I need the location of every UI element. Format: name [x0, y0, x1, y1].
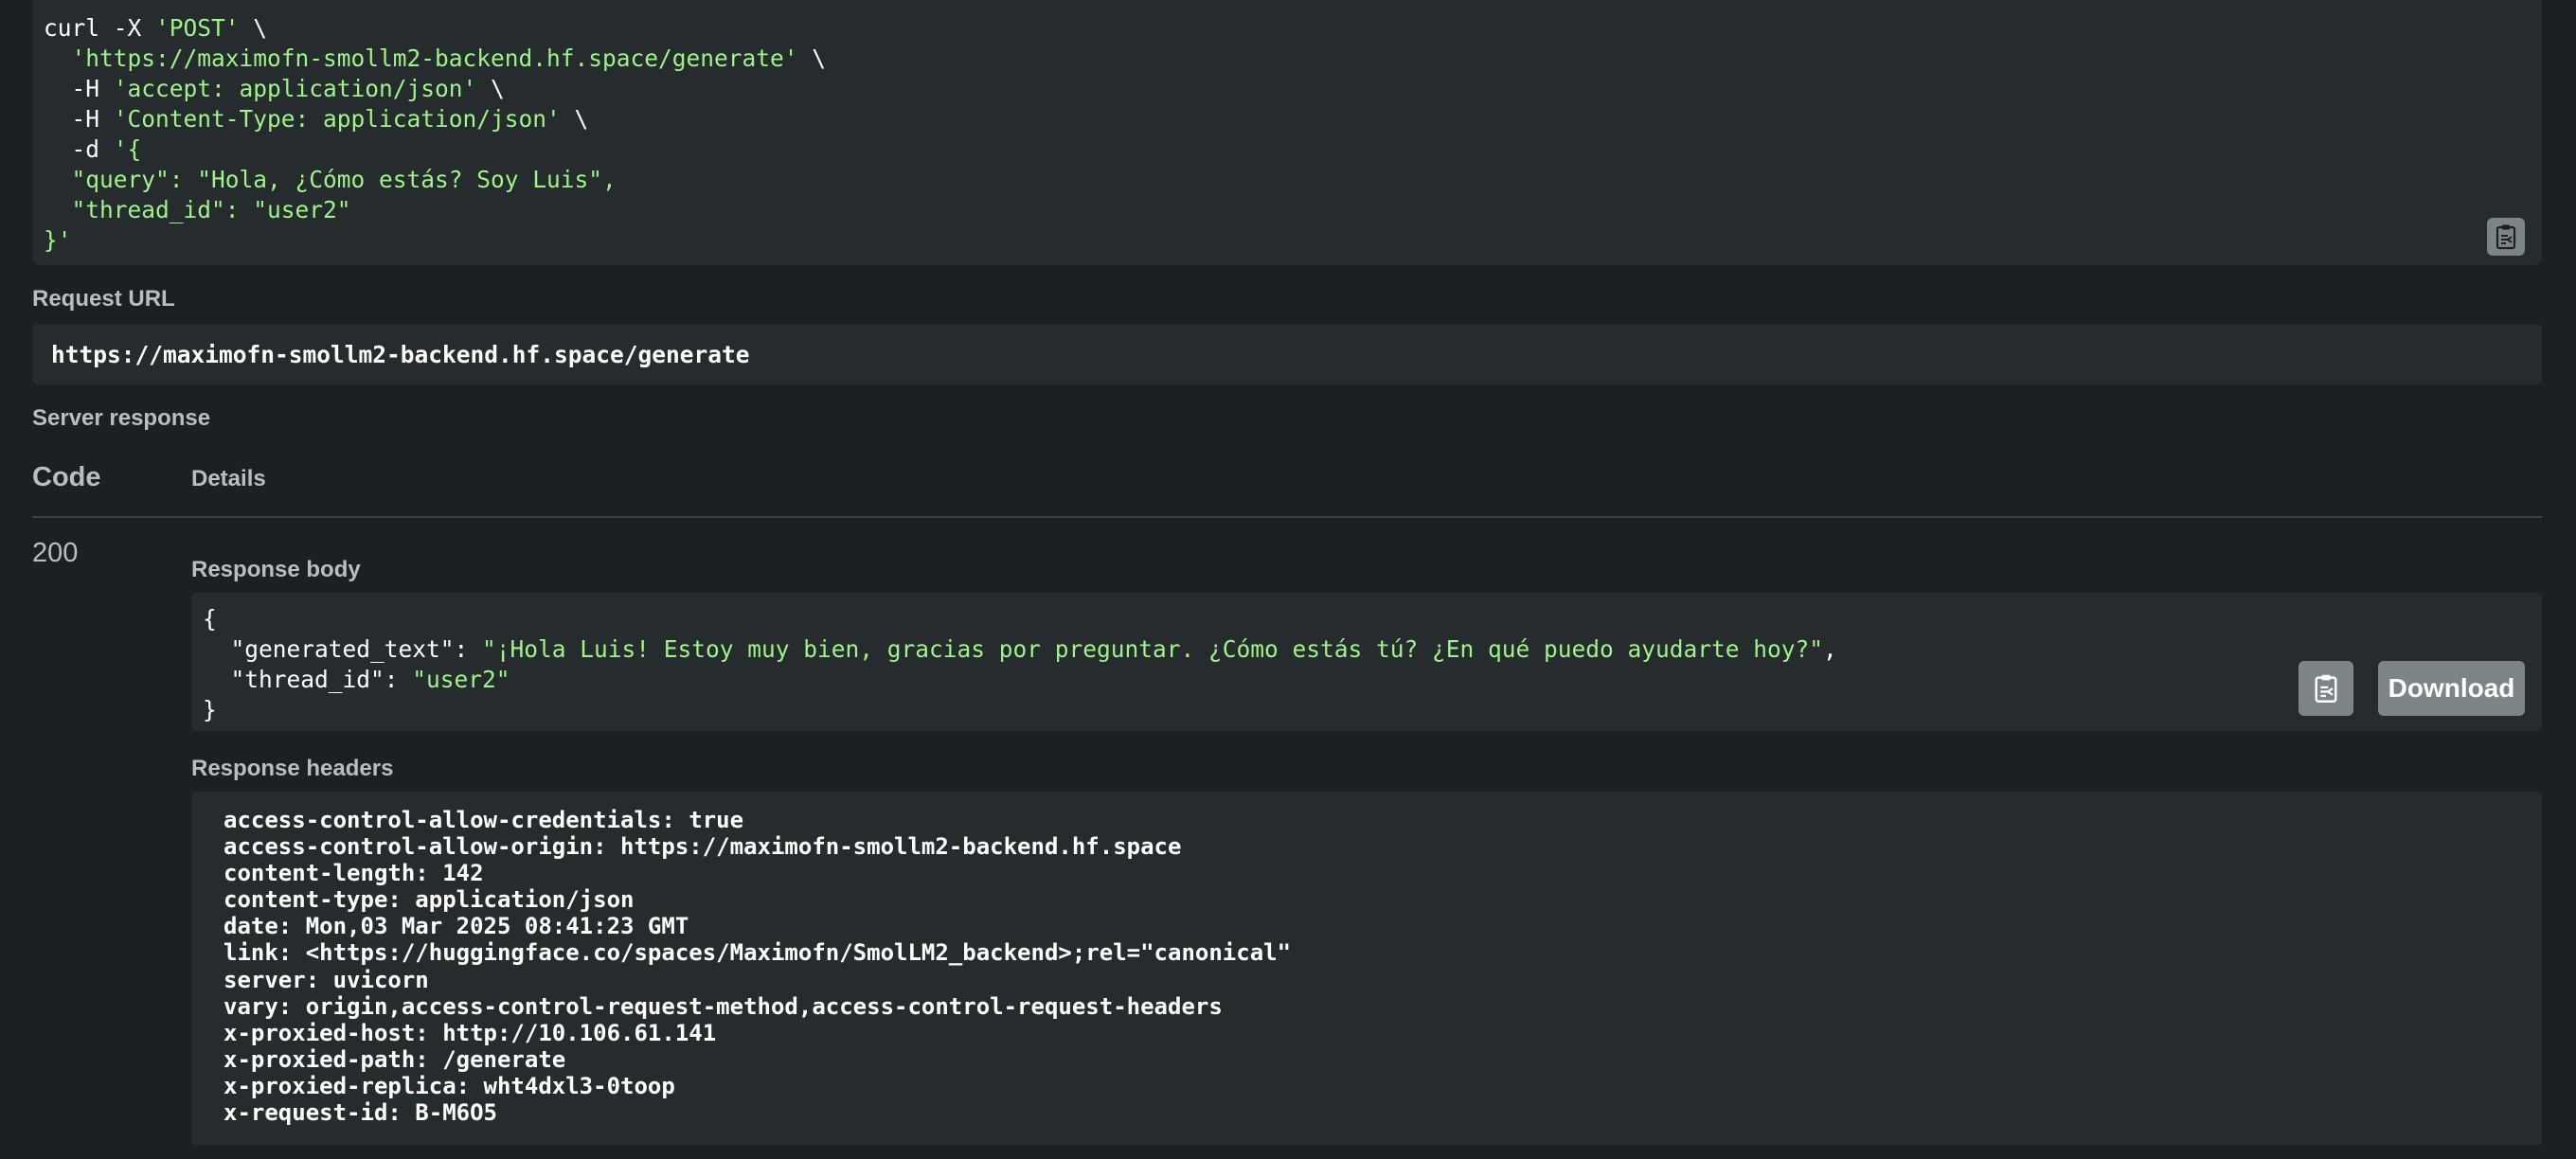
curl-line-segment: 'accept: application/json' — [113, 75, 477, 102]
curl-line: -H 'Content-Type: application/json' \ — [44, 104, 2531, 134]
clipboard-copy-icon — [2496, 224, 2516, 250]
response-body-line-segment: } — [203, 696, 217, 723]
request-url-label: Request URL — [32, 286, 175, 312]
response-headers-block[interactable]: access-control-allow-credentials: true ac… — [191, 792, 2542, 1146]
response-header-line: content-type: application/json — [224, 886, 635, 914]
response-body-line-segment: , — [1823, 635, 1837, 663]
curl-line-segment — [44, 45, 72, 72]
curl-line-segment: "query": "Hola, ¿Cómo estás? Soy Luis", — [44, 166, 617, 193]
curl-line-segment: 'https://maximofn-smollm2-backend.hf.spa… — [71, 45, 798, 72]
request-url-value: https://maximofn-smollm2-backend.hf.spac… — [32, 324, 2542, 384]
curl-line-segment: 'Content-Type: application/json' — [113, 105, 561, 133]
copy-curl-button[interactable] — [2487, 218, 2525, 256]
curl-line-segment: curl -X — [44, 14, 156, 42]
response-body-line-segment: "¡Hola Luis! Estoy muy bien, gracias por… — [482, 635, 1824, 663]
response-status-code: 200 — [32, 538, 79, 568]
code-column-header: Code — [32, 462, 101, 492]
response-header-line: x-proxied-replica: wht4dxl3-0toop — [224, 1072, 675, 1099]
response-body-line-segment: "user2" — [412, 666, 510, 693]
response-body-label: Response body — [191, 557, 361, 582]
curl-line-segment: \ — [560, 105, 589, 133]
curl-line: -H 'accept: application/json' \ — [44, 74, 2531, 104]
response-header-line: access-control-allow-credentials: true — [224, 807, 744, 833]
response-header-line: server: uvicorn — [224, 966, 429, 993]
curl-line: curl -X 'POST' \ — [44, 13, 2531, 44]
response-body-line-segment: "generated_text": — [203, 635, 483, 663]
curl-command-block[interactable]: curl -X 'POST' \ 'https://maximofn-smoll… — [32, 0, 2542, 265]
response-body-line: "generated_text": "¡Hola Luis! Estoy muy… — [203, 634, 2531, 665]
download-button[interactable]: Download — [2378, 661, 2525, 716]
response-header-line: x-proxied-host: http://10.106.61.141 — [224, 1019, 717, 1046]
server-response-label: Server response — [32, 405, 211, 431]
response-header-line: link: <https://huggingface.co/spaces/Max… — [224, 939, 1292, 967]
curl-line-segment: }' — [44, 226, 72, 254]
curl-line: 'https://maximofn-smollm2-backend.hf.spa… — [44, 44, 2531, 74]
response-body-line: } — [203, 695, 2531, 725]
curl-line: -d '{ — [44, 134, 2531, 165]
response-header-line: x-request-id: B-M6O5 — [224, 1099, 497, 1127]
curl-line-segment: '{ — [113, 135, 142, 163]
response-header-line: date: Mon,03 Mar 2025 08:41:23 GMT — [224, 913, 689, 940]
swagger-response-panel: curl -X 'POST' \ 'https://maximofn-smoll… — [0, 0, 2576, 1159]
response-body-line: "thread_id": "user2" — [203, 665, 2531, 695]
clipboard-copy-icon — [2315, 674, 2337, 703]
curl-line-segment: -H — [44, 75, 114, 102]
response-header-line: content-length: 142 — [224, 860, 484, 887]
curl-line-segment: \ — [239, 14, 268, 42]
curl-line-segment: 'POST' — [155, 14, 240, 42]
response-headers-label: Response headers — [191, 756, 394, 781]
response-body-line: { — [203, 604, 2531, 634]
curl-line-segment: -H — [44, 105, 114, 133]
curl-line-segment: \ — [476, 75, 505, 102]
response-header-line: access-control-allow-origin: https://max… — [224, 833, 1182, 861]
curl-line: "thread_id": "user2" — [44, 195, 2531, 225]
details-column-header: Details — [191, 466, 266, 491]
response-header-line: vary: origin,access-control-request-meth… — [224, 992, 1223, 1020]
response-body-line-segment: "thread_id": — [203, 666, 413, 693]
curl-line: "query": "Hola, ¿Cómo estás? Soy Luis", — [44, 165, 2531, 195]
response-body-line-segment: { — [203, 605, 217, 633]
copy-response-button[interactable] — [2299, 661, 2353, 716]
curl-line-segment: \ — [797, 45, 827, 72]
curl-line-segment: "thread_id": "user2" — [44, 196, 351, 223]
curl-line-segment: -d — [44, 135, 114, 163]
response-header-line: x-proxied-path: /generate — [224, 1045, 566, 1073]
request-url-text: https://maximofn-smollm2-backend.hf.spac… — [51, 340, 750, 368]
curl-line: }' — [44, 225, 2531, 256]
table-divider — [32, 516, 2542, 518]
response-body-block[interactable]: { "generated_text": "¡Hola Luis! Estoy m… — [191, 593, 2542, 731]
